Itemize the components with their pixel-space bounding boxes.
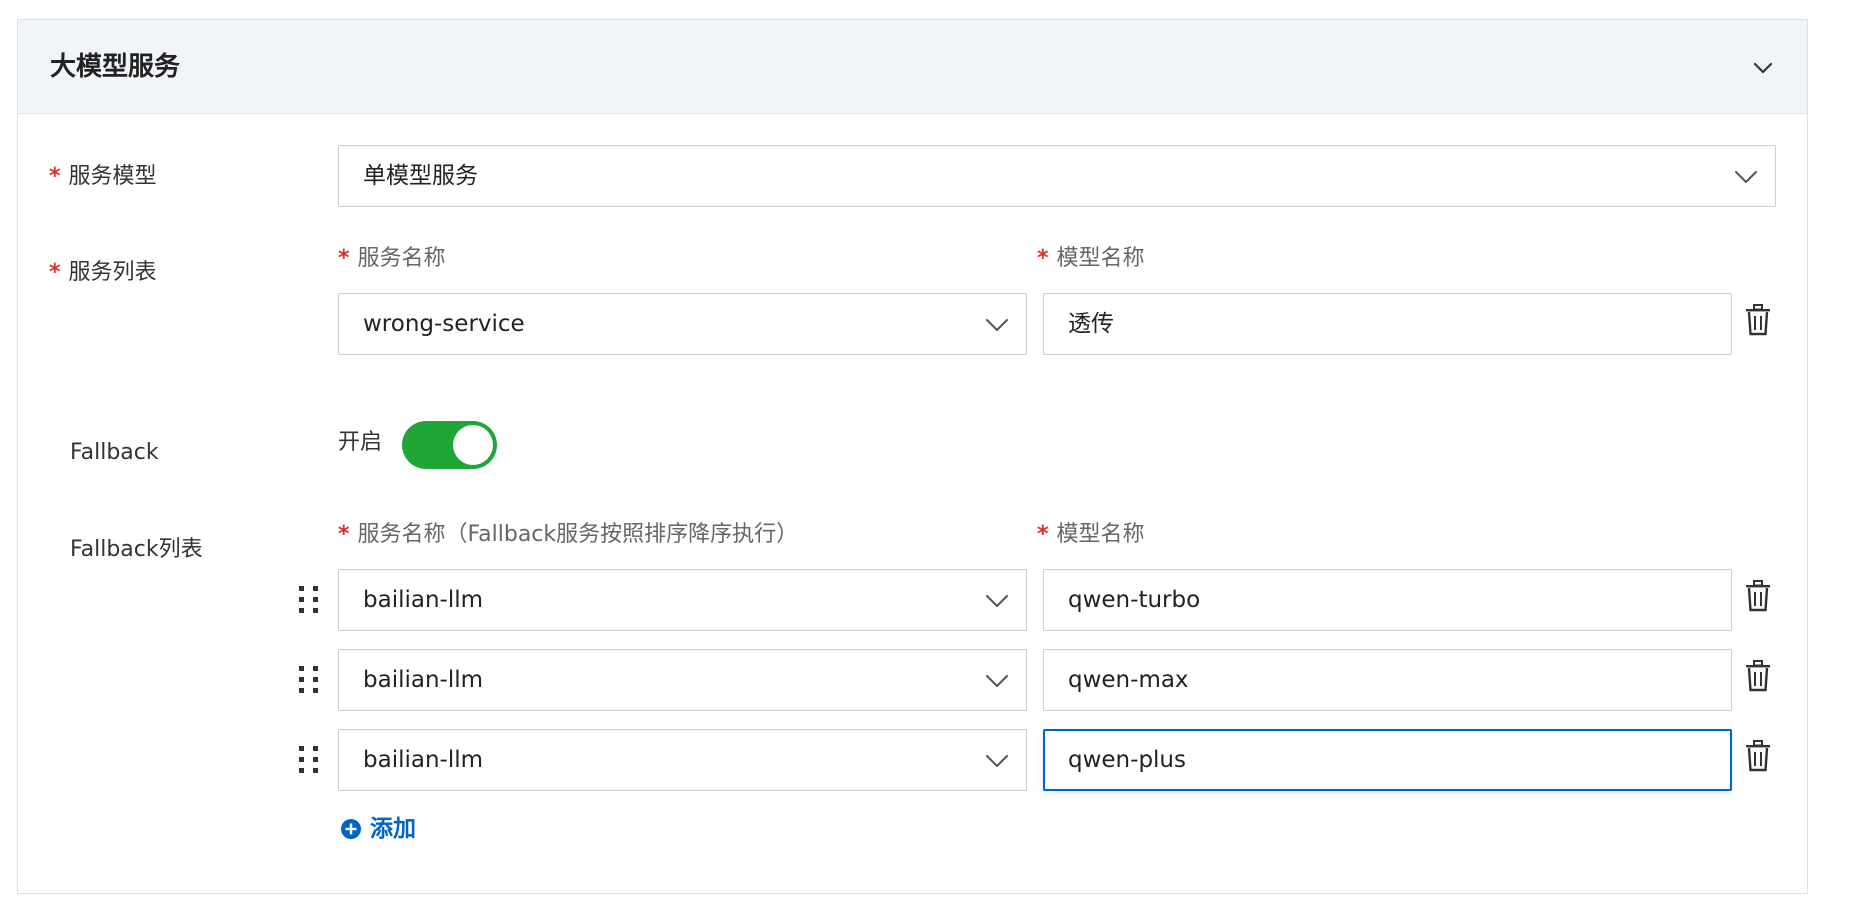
trash-icon[interactable] [1744,660,1772,692]
model-name-column-text: 模型名称 [1056,246,1145,271]
model-name-input[interactable]: 透传 [1043,293,1732,355]
fallback-service-select[interactable]: bailian-llm [338,569,1027,631]
fallback-model-column-header: * 模型名称 [1037,520,1145,550]
chevron-down-icon [986,319,1008,331]
panel-title: 大模型服务 [50,52,181,82]
service-model-label-text: 服务模型 [68,164,157,189]
fallback-service-value: bailian-llm [363,667,484,693]
model-name-value: 透传 [1068,311,1114,337]
fallback-model-input[interactable]: qwen-turbo [1043,569,1732,631]
fallback-service-select[interactable]: bailian-llm [338,649,1027,711]
chevron-down-icon [986,755,1008,767]
fallback-service-select[interactable]: bailian-llm [338,729,1027,791]
required-mark: * [49,164,61,189]
chevron-down-icon[interactable] [1751,56,1775,80]
drag-handle-icon[interactable] [297,665,321,695]
chevron-down-icon [1735,171,1757,183]
chevron-down-icon [986,675,1008,687]
panel-header[interactable]: 大模型服务 [18,20,1807,114]
fallback-label: Fallback [70,440,159,465]
service-list-label: * 服务列表 [49,258,157,288]
toggle-knob [453,425,493,465]
required-mark: * [338,522,350,547]
plus-circle-icon [341,819,361,839]
add-fallback-button[interactable]: 添加 [340,814,416,844]
fallback-model-value: qwen-plus [1068,747,1186,773]
fallback-toggle[interactable] [402,421,497,469]
service-list-label-text: 服务列表 [68,260,157,285]
service-model-label: * 服务模型 [49,162,157,192]
fallback-model-value: qwen-turbo [1068,587,1201,613]
add-label: 添加 [370,816,416,842]
fallback-model-column-text: 模型名称 [1056,522,1145,547]
chevron-down-icon [986,595,1008,607]
required-mark: * [338,246,350,271]
service-name-select[interactable]: wrong-service [338,293,1027,355]
required-mark: * [1037,522,1049,547]
drag-handle-icon[interactable] [297,745,321,775]
fallback-service-column-text: 服务名称（Fallback服务按照排序降序执行） [357,522,799,547]
fallback-list-label: Fallback列表 [70,537,203,562]
fallback-service-value: bailian-llm [363,587,484,613]
service-name-value: wrong-service [363,311,525,337]
service-name-column-header: * 服务名称 [338,244,446,274]
required-mark: * [1037,246,1049,271]
model-name-column-header: * 模型名称 [1037,244,1145,274]
fallback-model-input[interactable]: qwen-plus [1043,729,1732,791]
fallback-model-input[interactable]: qwen-max [1043,649,1732,711]
service-model-value: 单模型服务 [363,163,478,189]
trash-icon[interactable] [1744,304,1772,336]
trash-icon[interactable] [1744,740,1772,772]
required-mark: * [49,260,61,285]
fallback-toggle-label: 开启 [338,430,383,455]
service-model-select[interactable]: 单模型服务 [338,145,1776,207]
trash-icon[interactable] [1744,580,1772,612]
fallback-model-value: qwen-max [1068,667,1189,693]
drag-handle-icon[interactable] [297,585,321,615]
fallback-service-column-header: * 服务名称（Fallback服务按照排序降序执行） [338,520,798,550]
service-name-column-text: 服务名称 [357,246,446,271]
fallback-service-value: bailian-llm [363,747,484,773]
